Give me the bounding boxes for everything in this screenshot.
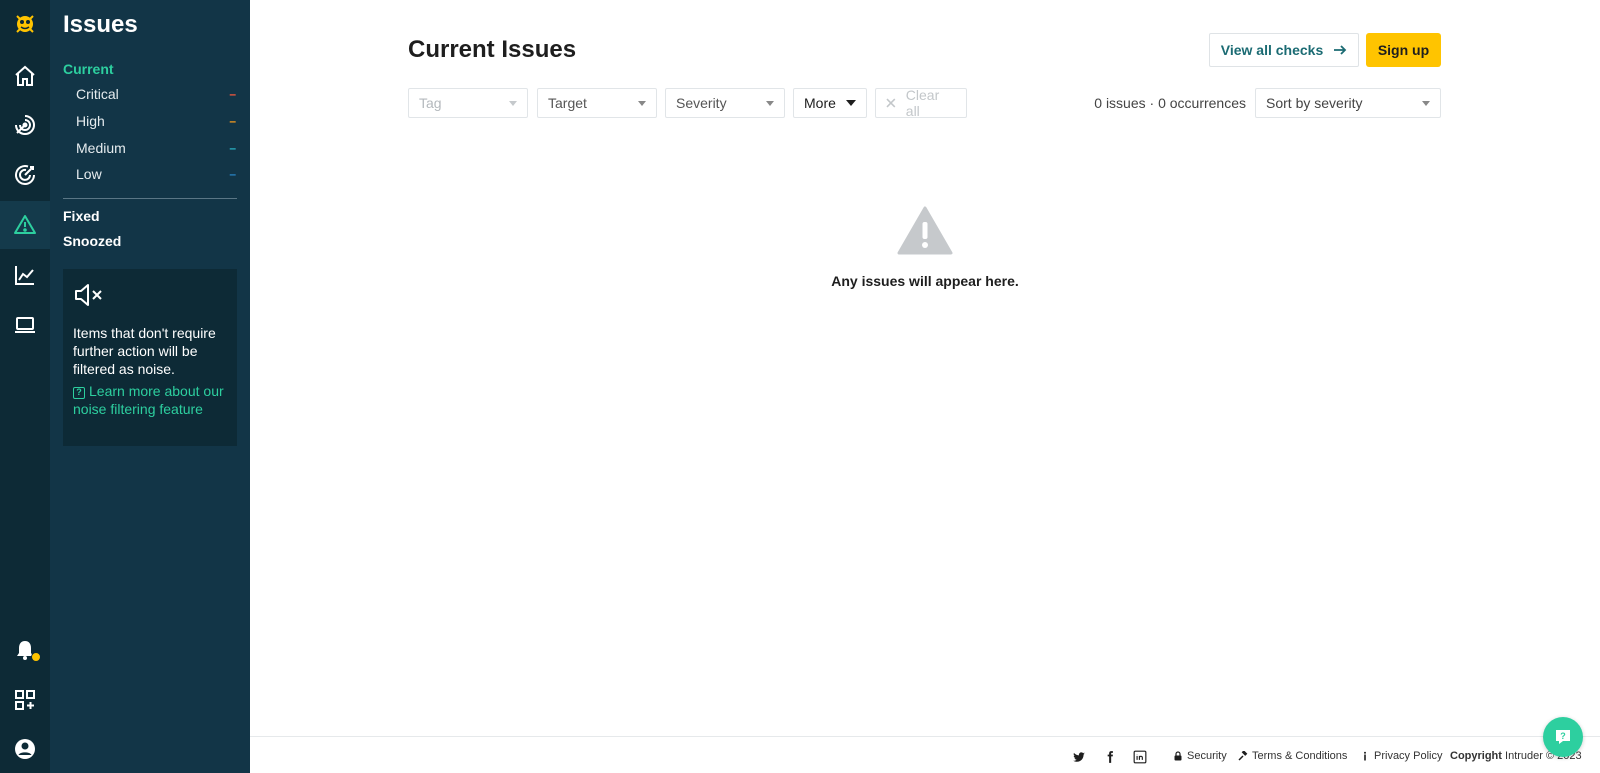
security-link[interactable]: Security <box>1173 750 1227 762</box>
severity-label: Medium <box>76 140 126 156</box>
svg-text:?: ? <box>1560 731 1566 741</box>
severity-count: – <box>229 167 236 181</box>
noise-description: Items that don't require further action … <box>73 325 216 377</box>
mute-icon <box>75 284 102 306</box>
sidebar-title: Issues <box>63 11 138 38</box>
target-filter-label: Target <box>548 95 587 111</box>
nav-snoozed[interactable]: Snoozed <box>63 233 121 249</box>
severity-label: Critical <box>76 86 119 102</box>
sidebar-item-medium[interactable]: Medium – <box>76 137 236 159</box>
tag-filter-placeholder: Tag <box>419 95 442 111</box>
noise-link-text: Learn more about our noise filtering fea… <box>73 383 224 417</box>
facebook-icon[interactable] <box>1103 750 1117 764</box>
laptop-icon[interactable] <box>0 301 50 349</box>
severity-count: – <box>229 114 236 128</box>
more-filters-button[interactable]: More <box>793 88 867 118</box>
sidebar-item-critical[interactable]: Critical – <box>76 83 236 105</box>
severity-filter-label: Severity <box>676 95 727 111</box>
sort-select[interactable]: Sort by severity <box>1255 88 1441 118</box>
more-filters-label: More <box>804 95 836 111</box>
lock-icon <box>1174 751 1182 761</box>
chevron-down-icon <box>846 100 856 106</box>
gavel-icon <box>1238 751 1248 761</box>
clear-all-label: Clear all <box>905 87 940 119</box>
severity-filter[interactable]: Severity <box>665 88 785 118</box>
empty-state-message: Any issues will appear here. <box>831 273 1019 289</box>
logo-icon[interactable] <box>0 0 50 48</box>
severity-label: Low <box>76 166 102 182</box>
severity-label: High <box>76 113 105 129</box>
home-icon[interactable] <box>0 52 50 100</box>
icon-rail <box>0 0 50 773</box>
issue-counts: 0 issues · 0 occurrences <box>1094 95 1246 111</box>
warning-icon[interactable] <box>0 201 50 249</box>
issues-sidebar: Issues Current Critical – High – Medium … <box>50 0 250 773</box>
terms-link[interactable]: Terms & Conditions <box>1238 750 1347 762</box>
target-icon[interactable] <box>0 151 50 199</box>
apps-icon[interactable] <box>0 676 50 724</box>
noise-learn-more-link[interactable]: ? Learn more about our noise filtering fe… <box>73 382 227 418</box>
chevron-down-icon <box>766 100 774 106</box>
sort-select-value: Sort by severity <box>1266 95 1363 111</box>
warning-icon <box>897 206 953 255</box>
chevron-down-icon <box>509 100 517 106</box>
chat-widget-button[interactable]: ? <box>1543 717 1583 757</box>
help-icon: ? <box>73 387 85 399</box>
security-link-text: Security <box>1187 750 1227 762</box>
bell-icon[interactable] <box>0 626 50 674</box>
sidebar-item-high[interactable]: High – <box>76 110 236 132</box>
twitter-icon[interactable] <box>1072 750 1086 764</box>
chat-icon: ? <box>1556 730 1570 744</box>
privacy-link-text: Privacy Policy <box>1374 750 1443 762</box>
severity-count: – <box>229 87 236 101</box>
view-all-checks-label: View all checks <box>1220 42 1324 58</box>
privacy-link[interactable]: Privacy Policy <box>1360 750 1442 762</box>
terms-link-text: Terms & Conditions <box>1252 750 1348 762</box>
page-title: Current Issues <box>408 36 577 63</box>
sidebar-item-low[interactable]: Low – <box>76 163 236 185</box>
sidebar-divider <box>63 198 237 199</box>
info-icon <box>1364 751 1366 761</box>
chevron-down-icon <box>638 100 646 106</box>
target-filter[interactable]: Target <box>537 88 657 118</box>
chart-icon[interactable] <box>0 251 50 299</box>
nav-fixed[interactable]: Fixed <box>63 208 100 224</box>
linkedin-icon[interactable] <box>1133 750 1147 764</box>
notification-dot <box>31 652 41 662</box>
sign-up-button[interactable]: Sign up <box>1366 33 1441 67</box>
nav-current[interactable]: Current <box>63 61 114 77</box>
radar-icon[interactable] <box>0 101 50 149</box>
account-icon[interactable] <box>0 725 50 773</box>
view-all-checks-button[interactable]: View all checks <box>1209 33 1359 67</box>
close-icon <box>886 98 896 108</box>
severity-count: – <box>229 141 236 155</box>
noise-info-box: Items that don't require further action … <box>63 269 237 446</box>
footer: Security Terms & Conditions Privacy Poli… <box>250 736 1600 773</box>
copyright-label: Copyright <box>1450 750 1502 762</box>
clear-all-button[interactable]: Clear all <box>875 87 967 119</box>
tag-filter[interactable]: Tag <box>408 88 528 118</box>
chevron-down-icon <box>1422 100 1430 106</box>
arrow-right-icon <box>1334 45 1347 55</box>
